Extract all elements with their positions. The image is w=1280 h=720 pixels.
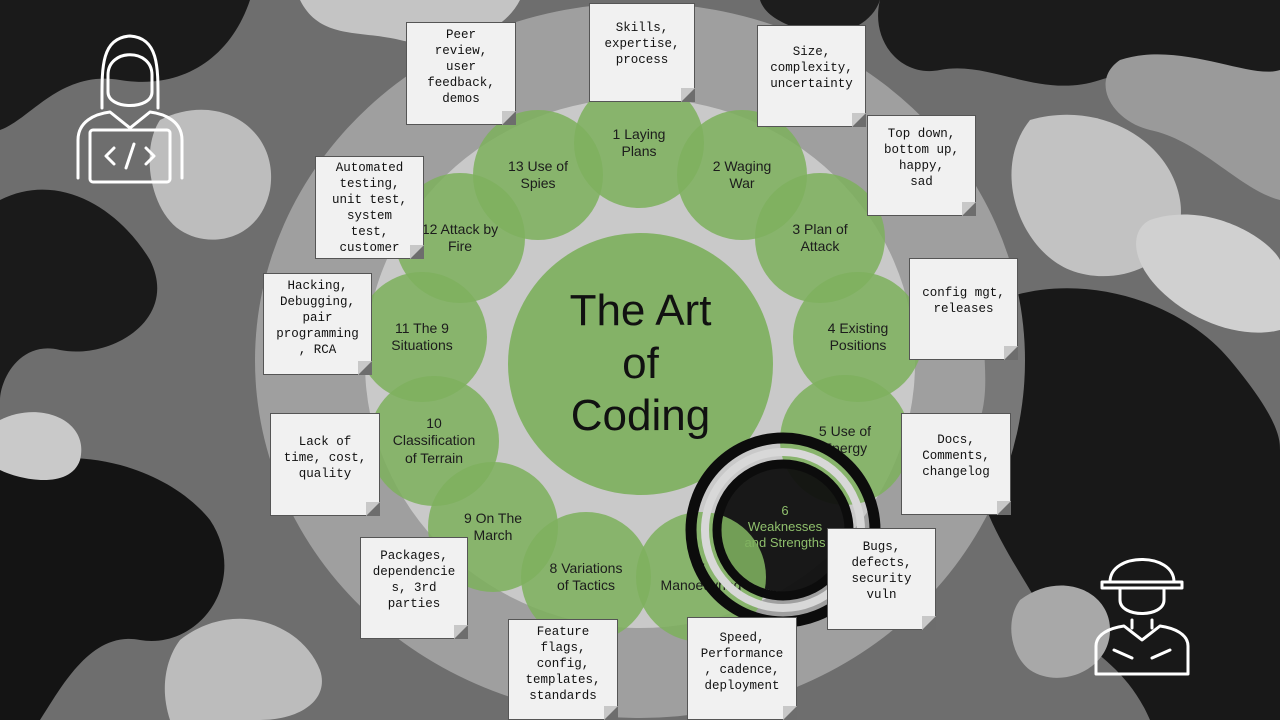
note-docs: Docs, Comments, changelog xyxy=(901,413,1011,515)
note-speed: Speed, Performance , cadence, deployment xyxy=(687,617,797,720)
note-packages: Packages, dependencie s, 3rd parties xyxy=(360,537,468,639)
note-config: config mgt, releases xyxy=(909,258,1018,360)
soldier-icon xyxy=(1094,558,1190,676)
developer-laptop-icon xyxy=(76,34,184,184)
note-hacking: Hacking, Debugging, pair programming , R… xyxy=(263,273,372,375)
note-size: Size, complexity, uncertainty xyxy=(757,25,866,127)
chapter-use-of-spies: 13 Use of Spies xyxy=(473,110,603,240)
note-lack: Lack of time, cost, quality xyxy=(270,413,380,516)
note-skills: Skills, expertise, process xyxy=(589,3,695,102)
diagram-stage: 1 Laying Plans 2 Waging War 3 Plan of At… xyxy=(0,0,1280,720)
note-topdown: Top down, bottom up, happy, sad xyxy=(867,115,976,216)
note-automated: Automated testing, unit test, system tes… xyxy=(315,156,424,259)
note-bugs: Bugs, defects, security vuln xyxy=(827,528,936,630)
note-feature: Feature flags, config, templates, standa… xyxy=(508,619,618,720)
note-peer: Peer review, user feedback, demos xyxy=(406,22,516,125)
